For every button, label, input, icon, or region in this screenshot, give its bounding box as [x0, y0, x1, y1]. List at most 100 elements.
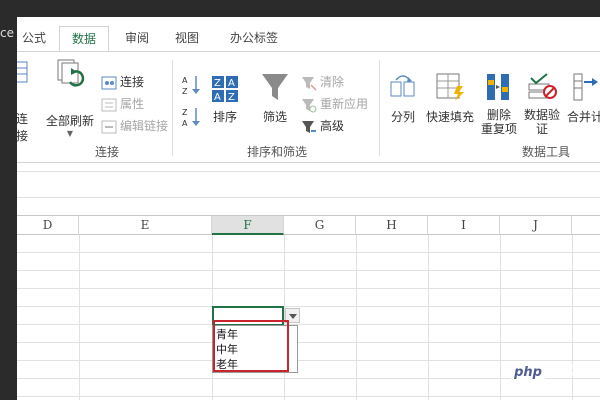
connections-group-label: 连接	[95, 145, 120, 159]
reapply-icon	[302, 98, 317, 112]
svg-text:A: A	[214, 92, 221, 103]
svg-text:Z: Z	[182, 108, 188, 117]
clear-filter-icon	[302, 76, 317, 91]
sort-dialog-icon: Z A A Z	[212, 76, 238, 103]
connections-button[interactable]: 连接	[101, 72, 144, 92]
remove-duplicates-label-line2: 重复项	[480, 122, 517, 136]
split-columns-icon	[390, 75, 415, 97]
column-header-g[interactable]: G	[284, 216, 356, 235]
column-gridline	[79, 235, 80, 400]
chevron-down-icon: ▼	[66, 129, 74, 138]
sort-descending-button[interactable]: Z A	[180, 106, 204, 131]
refresh-icon	[57, 59, 85, 87]
sort-z-to-a-icon: Z A	[182, 108, 200, 128]
connections-icon	[101, 76, 117, 89]
advanced-filter-icon	[302, 120, 316, 133]
column-gridline	[500, 235, 501, 400]
row-gridline	[17, 324, 600, 325]
svg-text:A: A	[182, 119, 188, 128]
watermark-text: 中文网	[552, 365, 594, 381]
row-gridline	[17, 270, 600, 271]
column-header-f[interactable]: F	[212, 216, 284, 235]
reapply-label: 重新应用	[320, 97, 369, 111]
clear-filter-button[interactable]: 清除	[301, 72, 344, 92]
connections-label: 连接	[120, 75, 145, 89]
annotation-highlight-box	[213, 320, 289, 372]
row-gridline	[17, 288, 600, 289]
advanced-filter-label: 高级	[320, 119, 345, 133]
table-icon	[17, 61, 28, 83]
text-to-columns-label: 分列	[390, 110, 415, 124]
sort-button[interactable]: Z A A Z 排序	[207, 74, 243, 125]
edit-links-button[interactable]: 编辑链接	[101, 116, 168, 136]
tab-review[interactable]: 审阅	[117, 26, 157, 52]
sort-a-to-z-icon: A Z	[182, 76, 200, 96]
site-watermark: php 中文网	[508, 362, 594, 382]
tab-view[interactable]: 视图	[167, 26, 207, 52]
column-gridline	[356, 235, 357, 400]
group-divider	[379, 60, 380, 156]
filter-funnel-icon	[262, 74, 288, 100]
advanced-filter-button[interactable]: 高级	[301, 116, 344, 136]
refresh-all-button[interactable]: 全部刷新 ▼	[44, 58, 96, 138]
refresh-all-label: 全部刷新	[45, 114, 94, 128]
consolidate-icon	[573, 73, 598, 101]
properties-button[interactable]: 属性	[101, 94, 144, 114]
row-gridline	[17, 396, 600, 397]
flash-fill-button[interactable]: 快速填充	[423, 72, 477, 125]
formula-bar-top-border	[17, 171, 600, 172]
existing-connections-label: 连接	[17, 112, 28, 143]
data-validation-button[interactable]: 数据验 证	[522, 72, 562, 136]
remove-duplicates-button[interactable]: 删除 重复项	[479, 72, 519, 136]
text-to-columns-button[interactable]: 分列	[385, 72, 421, 125]
clear-filter-label: 清除	[320, 75, 345, 89]
svg-text:Z: Z	[182, 87, 188, 96]
data-validation-icon	[528, 73, 557, 99]
column-header-row: D E F G H I J	[17, 215, 600, 235]
tab-office-tab[interactable]: 办公标签	[221, 26, 287, 52]
column-header-j[interactable]: J	[500, 216, 572, 235]
column-gridline	[428, 235, 429, 400]
group-divider	[172, 60, 173, 156]
row-gridline	[17, 252, 600, 253]
consolidate-button[interactable]: 合并计	[563, 72, 600, 125]
svg-text:A: A	[182, 76, 188, 85]
svg-text:A: A	[228, 78, 235, 89]
column-header-e[interactable]: E	[79, 216, 212, 235]
row-gridline	[17, 342, 600, 343]
flash-fill-label: 快速填充	[425, 110, 474, 124]
row-gridline	[17, 360, 600, 361]
column-header-h[interactable]: H	[356, 216, 428, 235]
filter-button[interactable]: 筛选	[257, 72, 293, 125]
edit-links-icon	[101, 120, 117, 133]
sort-ascending-button[interactable]: A Z	[180, 74, 204, 99]
properties-label: 属性	[120, 97, 145, 111]
sort-filter-group-label: 排序和筛选	[247, 145, 308, 159]
data-validation-label-line1: 数据验	[523, 108, 560, 122]
formula-bar-bottom-border	[17, 197, 600, 198]
data-tools-group-label: 数据工具	[522, 145, 571, 159]
edit-links-label: 编辑链接	[120, 119, 169, 133]
consolidate-label: 合并计	[566, 110, 600, 124]
remove-duplicates-label-line1: 删除	[486, 108, 511, 122]
flash-fill-icon	[436, 73, 464, 101]
reapply-button[interactable]: 重新应用	[301, 94, 368, 114]
excel-window: 公式 数据 审阅 视图 办公标签 连接 全部刷新 ▼ 连接 属性 编辑链接 连接…	[17, 17, 600, 400]
tab-formulas[interactable]: 公式	[17, 26, 51, 52]
ribbon-tab-bar: 公式 数据 审阅 视图 办公标签	[17, 17, 600, 52]
filter-label: 筛选	[262, 110, 287, 124]
ribbon: 连接 全部刷新 ▼ 连接 属性 编辑链接 连接 A Z Z A Z A A Z …	[17, 52, 600, 163]
row-gridline	[17, 306, 600, 307]
svg-text:Z: Z	[228, 92, 235, 103]
existing-connections-button[interactable]: 连接	[17, 58, 33, 144]
column-header-i[interactable]: I	[428, 216, 500, 235]
remove-duplicates-icon	[487, 74, 509, 100]
cut-off-tab-text: ce	[0, 26, 14, 40]
column-header-d[interactable]: D	[17, 216, 79, 235]
data-validation-label-line2: 证	[535, 122, 548, 136]
properties-icon	[101, 98, 117, 111]
tab-data[interactable]: 数据	[59, 26, 109, 52]
watermark-badge: php	[508, 364, 548, 380]
svg-text:Z: Z	[214, 78, 221, 89]
sort-label: 排序	[212, 110, 237, 124]
